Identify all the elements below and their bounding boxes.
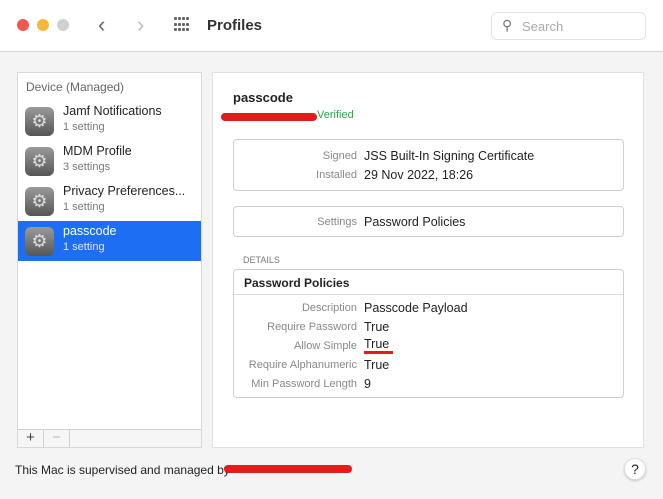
installed-value: 29 Nov 2022, 18:26 (364, 167, 474, 182)
installed-label: Installed (316, 168, 357, 181)
gear-icon: ⚙ (25, 227, 54, 256)
signing-box: Signed JSS Built-In Signing Certificate I… (233, 139, 624, 191)
window-title: Profiles (207, 17, 263, 34)
close-button[interactable] (17, 19, 29, 31)
policy-key: Require Password (267, 320, 357, 333)
title-bar: ‹ › Profiles ⚲ Search (0, 0, 663, 52)
item-name: MDM Profile (63, 144, 132, 158)
policy-value: Passcode Payload (364, 300, 468, 315)
policy-key: Require Alphanumeric (248, 358, 357, 371)
item-name: passcode (63, 224, 117, 238)
minimize-button[interactable] (37, 19, 49, 31)
add-profile-button[interactable]: + (18, 430, 44, 447)
gear-icon: ⚙ (25, 187, 54, 216)
item-name: Privacy Preferences... (63, 184, 186, 198)
gear-icon: ⚙ (25, 107, 54, 136)
profile-name: passcode (233, 90, 293, 105)
signed-value: JSS Built-In Signing Certificate (364, 148, 535, 163)
redaction-mark (221, 113, 317, 121)
remove-profile-button[interactable]: − (44, 430, 70, 447)
policy-title: Password Policies (234, 270, 623, 295)
policy-value: True (364, 337, 394, 354)
forward-button[interactable]: › (137, 12, 144, 38)
profile-item-passcode[interactable]: ⚙ passcode 1 setting (18, 221, 201, 261)
profile-detail-pane: passcode Verified Signed JSS Built-In Sig… (212, 72, 644, 448)
search-placeholder: Search (522, 19, 564, 34)
verified-status: Verified (317, 109, 354, 121)
search-icon: ⚲ (502, 17, 513, 33)
search-input[interactable]: ⚲ Search (491, 12, 646, 40)
policy-value: True (364, 319, 390, 334)
signed-label: Signed (322, 149, 357, 162)
zoom-button[interactable] (57, 19, 69, 31)
settings-box: Settings Password Policies (233, 206, 624, 237)
show-all-grid-icon[interactable] (174, 17, 190, 33)
profile-item-jamf-notifications[interactable]: ⚙ Jamf Notifications 1 setting (18, 101, 201, 141)
item-sub: 1 setting (63, 121, 105, 133)
help-button[interactable]: ? (624, 458, 646, 480)
redaction-mark (224, 465, 352, 473)
profile-item-privacy-preferences[interactable]: ⚙ Privacy Preferences... 1 setting (18, 181, 201, 221)
password-policies-box: Password Policies Description Passcode Pa… (233, 269, 624, 398)
profile-item-mdm-profile[interactable]: ⚙ MDM Profile 3 settings (18, 141, 201, 181)
settings-value: Password Policies (364, 214, 466, 229)
policy-key: Min Password Length (251, 377, 357, 390)
policy-key: Description (301, 301, 357, 314)
item-sub: 3 settings (63, 161, 111, 173)
supervision-notice: This Mac is supervised and managed by (15, 463, 230, 477)
item-sub: 1 setting (63, 241, 105, 253)
settings-label: Settings (317, 215, 357, 228)
details-label: DETAILS (243, 255, 280, 265)
item-name: Jamf Notifications (63, 104, 162, 118)
policy-value: True (364, 357, 390, 372)
back-button[interactable]: ‹ (98, 12, 105, 38)
policy-value: 9 (364, 376, 371, 391)
policy-key: Allow Simple (294, 339, 357, 352)
profiles-sidebar: Device (Managed) ⚙ Jamf Notifications 1 se… (17, 72, 202, 448)
gear-icon: ⚙ (25, 147, 54, 176)
item-sub: 1 setting (63, 201, 105, 213)
sidebar-header: Device (Managed) (26, 80, 125, 94)
